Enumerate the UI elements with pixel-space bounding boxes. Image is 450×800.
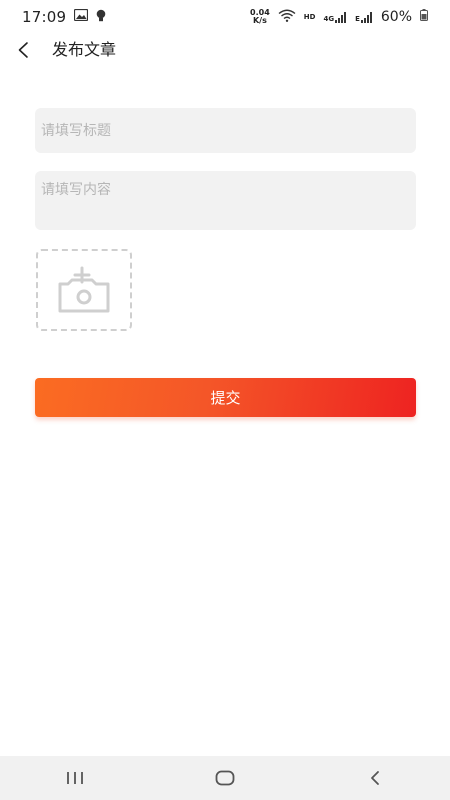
submit-button[interactable]: 提交 — [35, 378, 416, 417]
wifi-icon — [278, 9, 296, 26]
back-button[interactable] — [12, 39, 34, 61]
status-bar: 17:09 0.04 K/s HD 4G E 60% — [0, 0, 450, 34]
content-input[interactable] — [35, 171, 416, 230]
system-back-button[interactable] — [345, 756, 405, 800]
status-left: 17:09 — [22, 8, 106, 26]
header: 发布文章 — [0, 34, 450, 66]
signal-icon — [360, 11, 372, 23]
camera-plus-icon — [58, 266, 110, 313]
hd-label: HD — [303, 12, 316, 21]
system-nav-bar — [0, 756, 450, 800]
battery-percent: 60% — [380, 9, 412, 25]
signal-icon — [335, 11, 347, 23]
status-right: 0.04 K/s HD 4G E 60% — [250, 9, 428, 26]
page-title: 发布文章 — [52, 40, 117, 59]
add-image-button[interactable] — [36, 249, 132, 331]
signal-e: E — [355, 11, 373, 23]
gallery-icon — [74, 8, 89, 25]
chevron-left-icon — [18, 42, 28, 58]
recent-apps-icon — [67, 772, 83, 784]
network-speed: 0.04 K/s — [250, 9, 270, 25]
home-button[interactable] — [195, 756, 255, 800]
signal-4g: 4G — [323, 11, 347, 23]
title-input[interactable] — [35, 108, 416, 153]
network-e-label: E — [355, 14, 360, 23]
battery-icon — [420, 9, 428, 25]
lightbulb-icon — [96, 9, 106, 26]
network-4g-label: 4G — [323, 14, 335, 23]
recent-apps-button[interactable] — [45, 756, 105, 800]
network-speed-unit: K/s — [252, 16, 267, 25]
status-time: 17:09 — [22, 8, 67, 26]
home-icon — [215, 770, 235, 786]
back-icon — [371, 771, 379, 785]
